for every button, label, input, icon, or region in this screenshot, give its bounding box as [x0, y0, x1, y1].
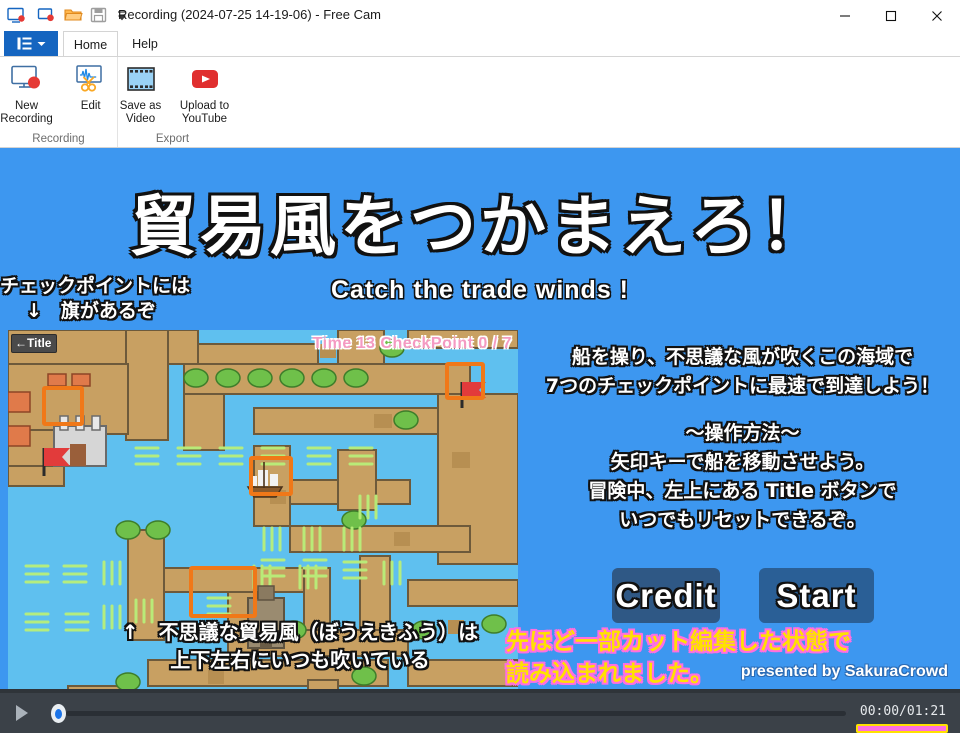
save-icon — [89, 5, 109, 25]
menu-icon — [17, 37, 31, 50]
ribbon-groups: New Recording Edit Recording Save as Vid… — [0, 57, 229, 149]
new-recording-button[interactable]: New Recording — [0, 61, 59, 125]
window-controls[interactable] — [822, 0, 960, 31]
playback-bar: 00:00/01:21 — [0, 693, 960, 733]
chevron-down-icon — [37, 41, 45, 46]
close-button[interactable] — [914, 0, 960, 31]
wind-note-line1: ↑ 不思議な貿易風（ぼうえきふう）は — [121, 620, 479, 644]
ribbon-tab-strip[interactable]: Home Help — [0, 31, 960, 57]
tab-help[interactable]: Help — [119, 31, 171, 56]
recorded-video-content: 貿易風をつかまえろ！ Catch the trade winds ! チェックポ… — [0, 148, 960, 693]
controls-help-line3: いつでもリセットできるぞ。 — [619, 509, 866, 531]
game-instructions: 船を操り、不思議な風が吹くこの海域で 7つのチェックポイントに最速で到達しよう！… — [525, 343, 960, 553]
description-line2: 7つのチェックポイントに最速で到達しよう！ — [545, 375, 940, 397]
controls-help-line1: 矢印キーで船を移動させよう。 — [610, 451, 875, 473]
checkpoint-note: チェックポイントには ↓ 旗があるぞ — [0, 274, 300, 324]
play-icon — [16, 705, 28, 721]
screen-record-icon — [6, 5, 26, 25]
window-title: Recording (2024-07-25 14-19-06) - Free C… — [118, 7, 382, 22]
ribbon-group-export: Save as Video Upload to YouTube Export — [117, 57, 229, 149]
game-buttons: Credit Start — [612, 568, 874, 623]
description-line1: 船を操り、不思議な風が吹くこの海域で — [571, 346, 914, 368]
checkpoint-note-line1: チェックポイントには — [0, 275, 191, 297]
wind-note: ↑ 不思議な貿易風（ぼうえきふう）は 上下左右にいつも吹いている — [90, 618, 510, 674]
checkpoint-note-line2: ↓ 旗があるぞ — [26, 300, 156, 322]
edit-label: Edit — [80, 100, 101, 112]
start-button[interactable]: Start — [759, 568, 874, 623]
controls-help-heading: 〜操作方法〜 — [685, 422, 800, 444]
new-recording-icon — [10, 61, 44, 97]
maximize-button[interactable] — [868, 0, 914, 31]
annotation-line1: 先ほど一部カット編集した状態で — [506, 629, 851, 655]
time-highlight-annotation — [856, 724, 948, 733]
play-button[interactable] — [12, 703, 32, 723]
seek-track[interactable] — [66, 711, 846, 716]
app-icon-area — [6, 5, 26, 25]
seek-handle[interactable] — [51, 704, 66, 723]
minimize-button[interactable] — [822, 0, 868, 31]
save-as-video-button[interactable]: Save as Video — [109, 61, 173, 125]
wind-note-line2: 上下左右にいつも吹いている — [170, 648, 430, 672]
file-menu-button[interactable] — [4, 31, 58, 56]
annotation-box-ship — [249, 456, 293, 496]
controls-help: 〜操作方法〜 矢印キーで船を移動させよう。 冒険中、左上にある Title ボタ… — [525, 419, 960, 535]
edit-audio-icon — [74, 61, 108, 97]
game-description: 船を操り、不思議な風が吹くこの海域で 7つのチェックポイントに最速で到達しよう！ — [525, 343, 960, 401]
film-strip-icon — [125, 61, 157, 97]
editing-annotation: 先ほど一部カット編集した状態で 読み込まれました。 — [506, 626, 906, 690]
annotation-line2: 読み込まれました。 — [506, 661, 713, 687]
new-recording-label: New Recording — [0, 100, 53, 125]
upload-to-youtube-button[interactable]: Upload to YouTube — [173, 61, 237, 125]
save-as-video-label: Save as Video — [119, 100, 162, 125]
annotation-box-flag-1 — [42, 386, 84, 426]
ribbon-group-recording: New Recording Edit Recording — [0, 57, 117, 149]
ribbon-group-title-recording: Recording — [32, 133, 85, 145]
new-recording-icon[interactable] — [37, 5, 57, 25]
credit-button[interactable]: Credit — [612, 568, 720, 623]
seek-handle-dot — [55, 708, 62, 719]
annotation-box-flag-2 — [445, 362, 485, 400]
upload-to-youtube-label: Upload to YouTube — [179, 100, 230, 125]
ribbon-group-title-export: Export — [155, 133, 190, 145]
free-cam-window: Recording (2024-07-25 14-19-06) - Free C… — [0, 0, 960, 733]
youtube-icon — [189, 61, 221, 97]
playback-time: 00:00/01:21 — [859, 704, 946, 719]
controls-help-line2: 冒険中、左上にある Title ボタンで — [588, 480, 897, 502]
annotation-box-wind — [189, 566, 257, 618]
map-hud-status: Time 13 CheckPoint 0 / 7 — [312, 335, 512, 352]
map-title-button[interactable]: ←Title — [12, 335, 57, 352]
title-bar: Recording (2024-07-25 14-19-06) - Free C… — [0, 0, 960, 31]
open-folder-icon[interactable] — [63, 5, 83, 25]
tab-home[interactable]: Home — [63, 31, 118, 57]
game-title: 貿易風をつかまえろ！ — [130, 188, 830, 265]
ribbon: New Recording Edit Recording Save as Vid… — [0, 56, 960, 149]
